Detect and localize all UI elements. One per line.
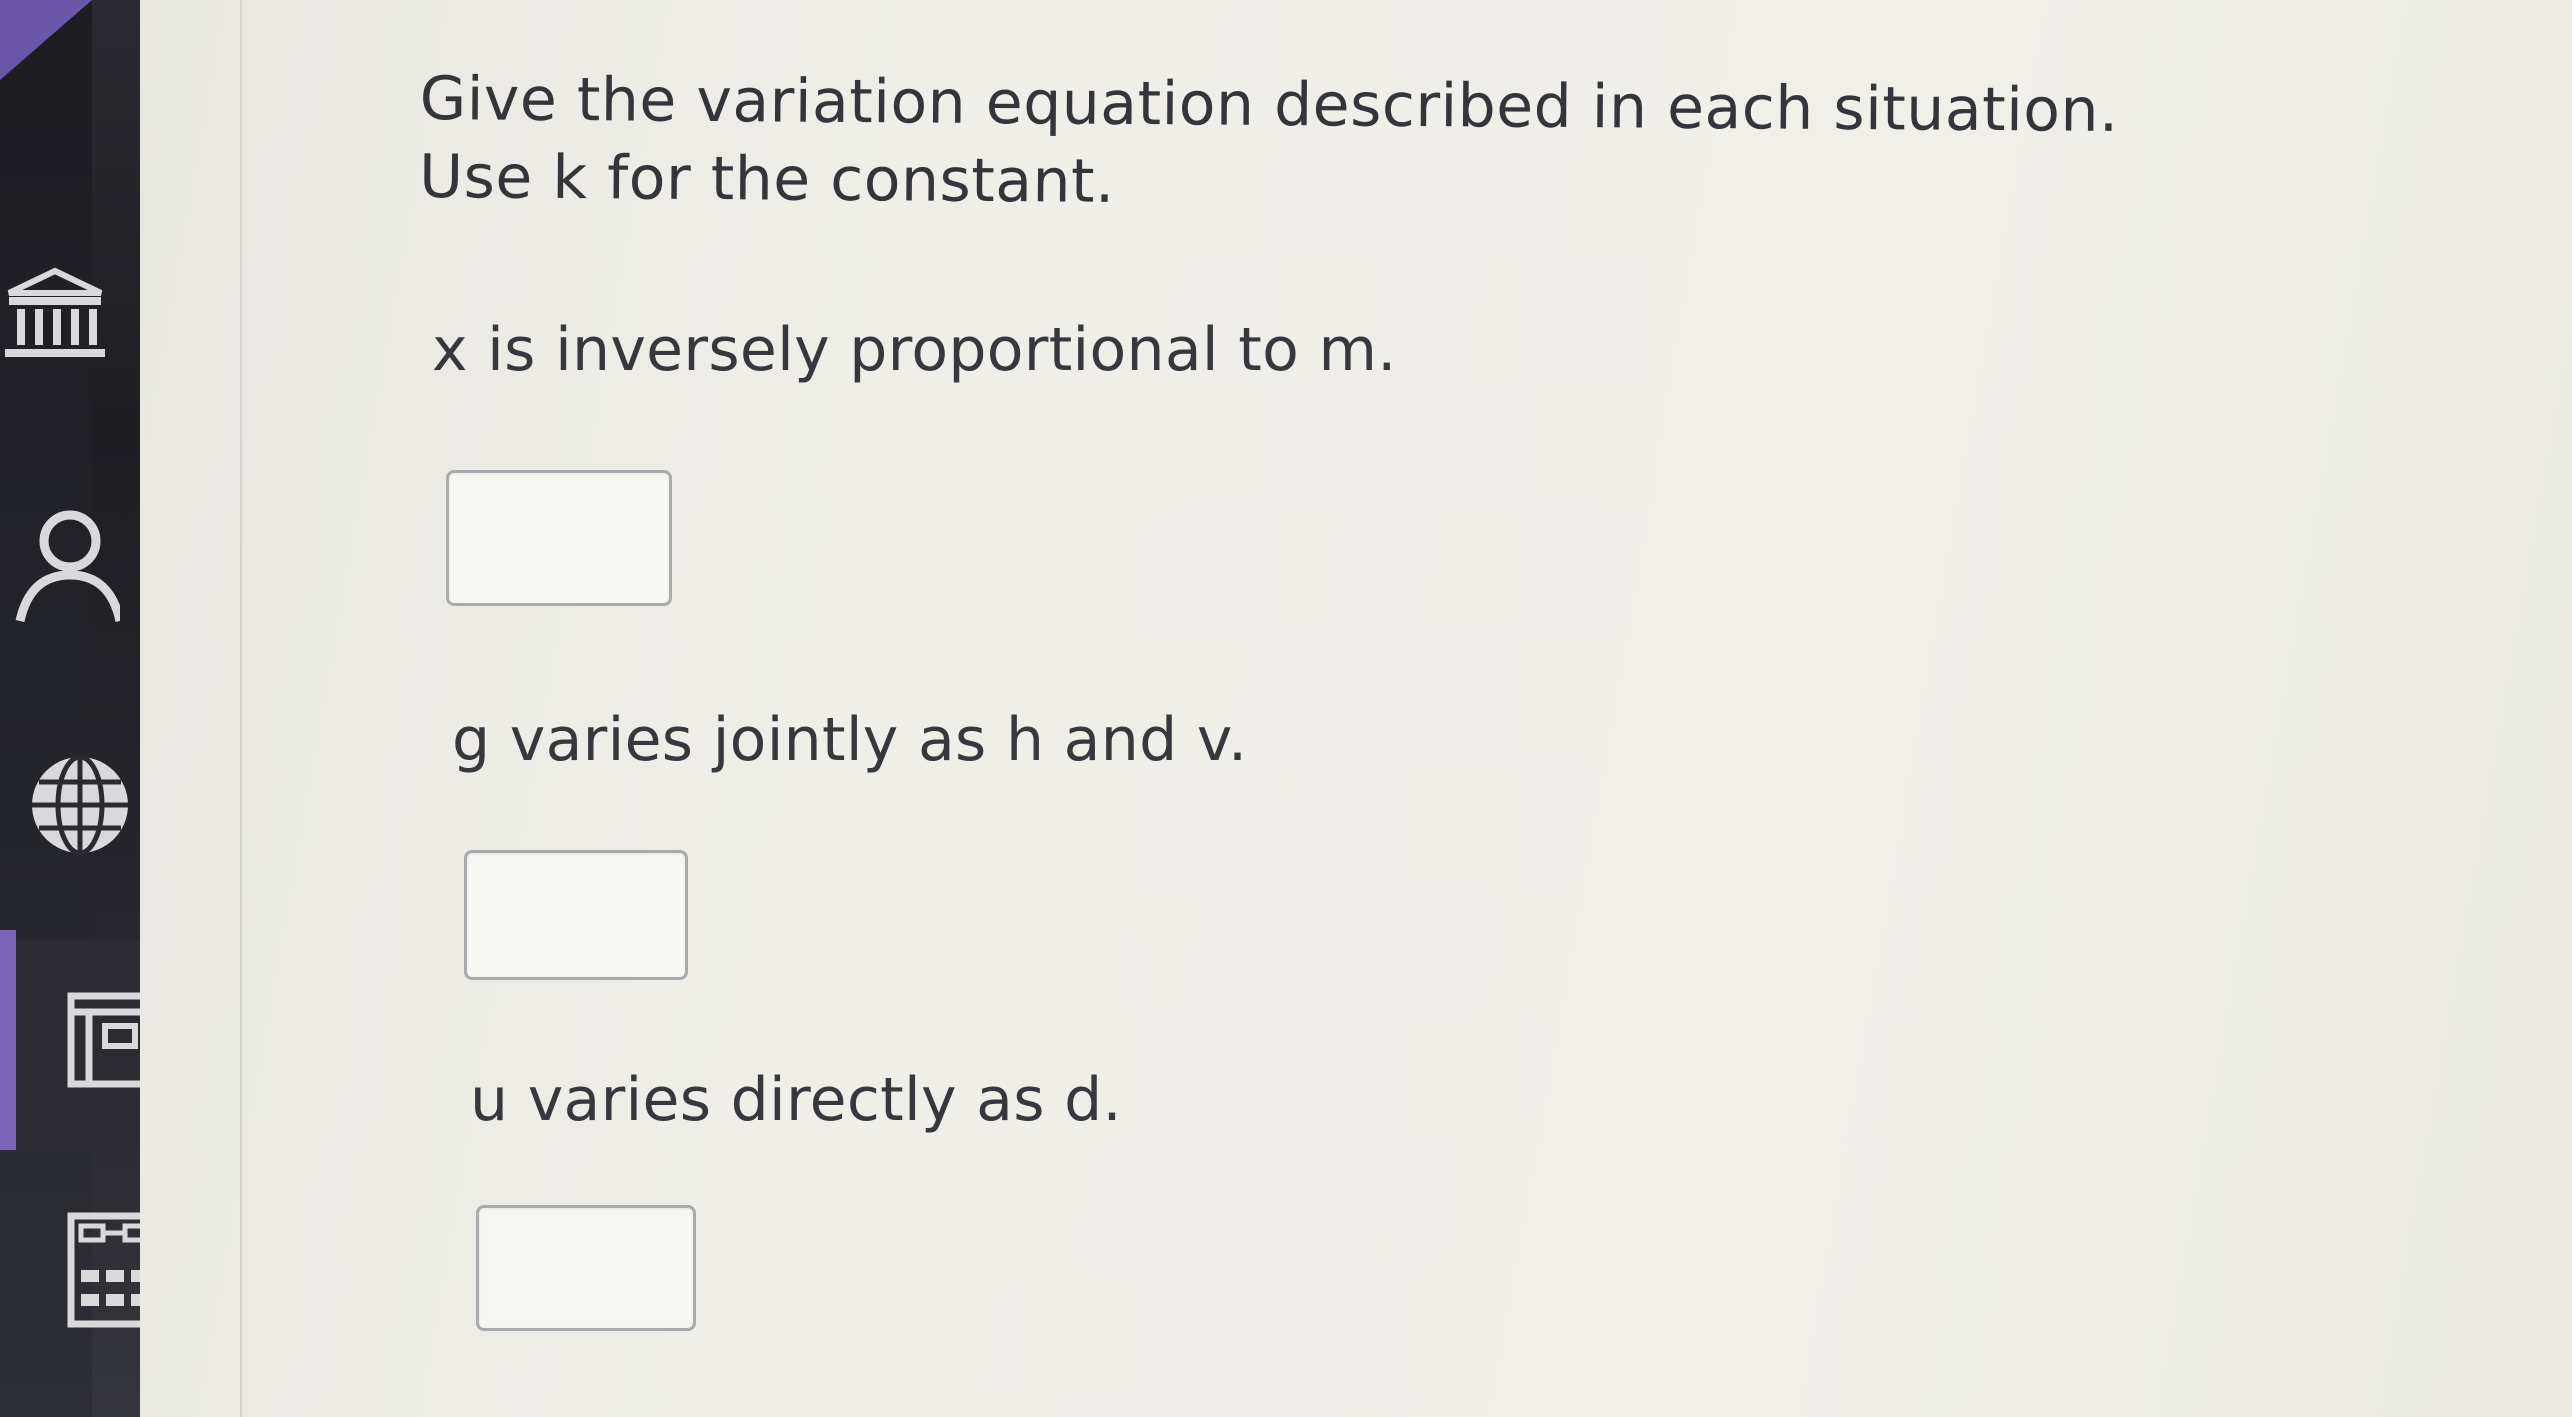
answer-input-2[interactable] <box>464 850 688 980</box>
institution-icon <box>5 265 105 365</box>
question-part-1-prompt: x is inversely proportional to m. <box>432 315 1397 385</box>
globe-icon <box>25 750 135 860</box>
sidebar-item-globe[interactable] <box>25 745 135 865</box>
sidebar-active-indicator <box>0 930 16 1150</box>
user-icon <box>10 505 120 625</box>
answer-input-3[interactable] <box>476 1205 696 1331</box>
panel-divider <box>240 0 242 1417</box>
instruction-line-1: Give the variation equation described in… <box>419 63 2119 146</box>
sidebar-item-user[interactable] <box>10 500 120 630</box>
sidebar-item-institution[interactable] <box>0 255 110 375</box>
answer-input-1[interactable] <box>446 470 672 606</box>
sidebar <box>0 0 163 1417</box>
question-instructions: Give the variation equation described in… <box>419 60 2119 228</box>
instruction-line-2: Use k for the constant. <box>418 141 1115 217</box>
question-part-3-prompt: u varies directly as d. <box>470 1065 1122 1135</box>
question-part-2-prompt: g varies jointly as h and v. <box>452 705 1248 775</box>
sidebar-accent-corner <box>0 0 92 80</box>
